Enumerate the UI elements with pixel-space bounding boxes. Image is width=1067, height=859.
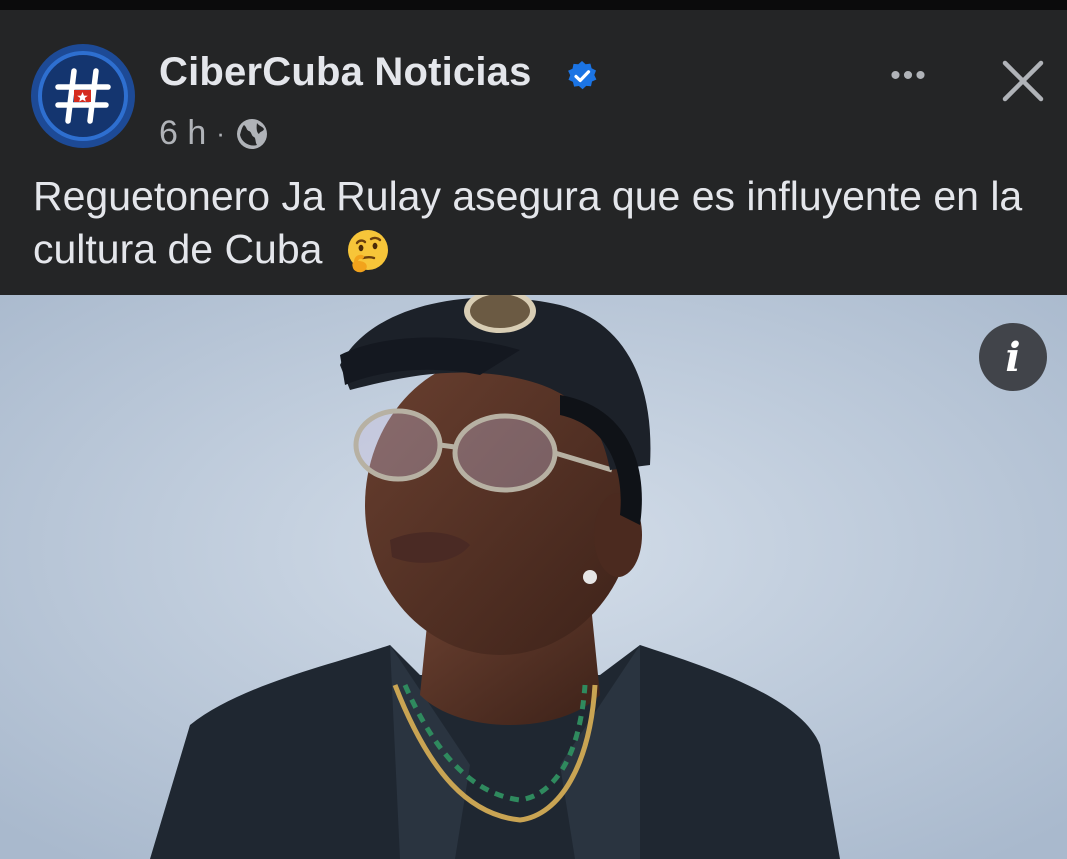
close-button[interactable] <box>996 54 1050 108</box>
page-name[interactable]: CiberCuba Noticias <box>159 50 532 95</box>
post-meta: 6 h · <box>159 114 269 153</box>
more-options-button[interactable]: ••• <box>880 56 938 96</box>
verified-badge-icon <box>568 61 597 90</box>
close-icon <box>1002 60 1044 102</box>
post-timestamp[interactable]: 6 h <box>159 114 206 153</box>
thinking-face-emoji <box>348 230 389 273</box>
meta-separator: · <box>216 118 225 148</box>
status-bar-edge <box>0 0 1067 10</box>
post-photo[interactable] <box>0 295 1067 859</box>
post-caption: Reguetonero Ja Rulay asegura que es infl… <box>33 173 1023 272</box>
info-icon: i <box>1005 333 1021 381</box>
post-text: Reguetonero Ja Rulay asegura que es infl… <box>33 170 1053 276</box>
info-button[interactable]: i <box>979 323 1047 391</box>
globe-icon <box>236 118 267 149</box>
page-avatar[interactable] <box>31 44 135 148</box>
post-header: CiberCuba Noticias 6 h · ••• Reguetonero… <box>0 10 1067 295</box>
hashtag-logo-icon <box>55 68 111 124</box>
portrait-image <box>0 295 1067 859</box>
more-options-icon: ••• <box>890 59 928 92</box>
